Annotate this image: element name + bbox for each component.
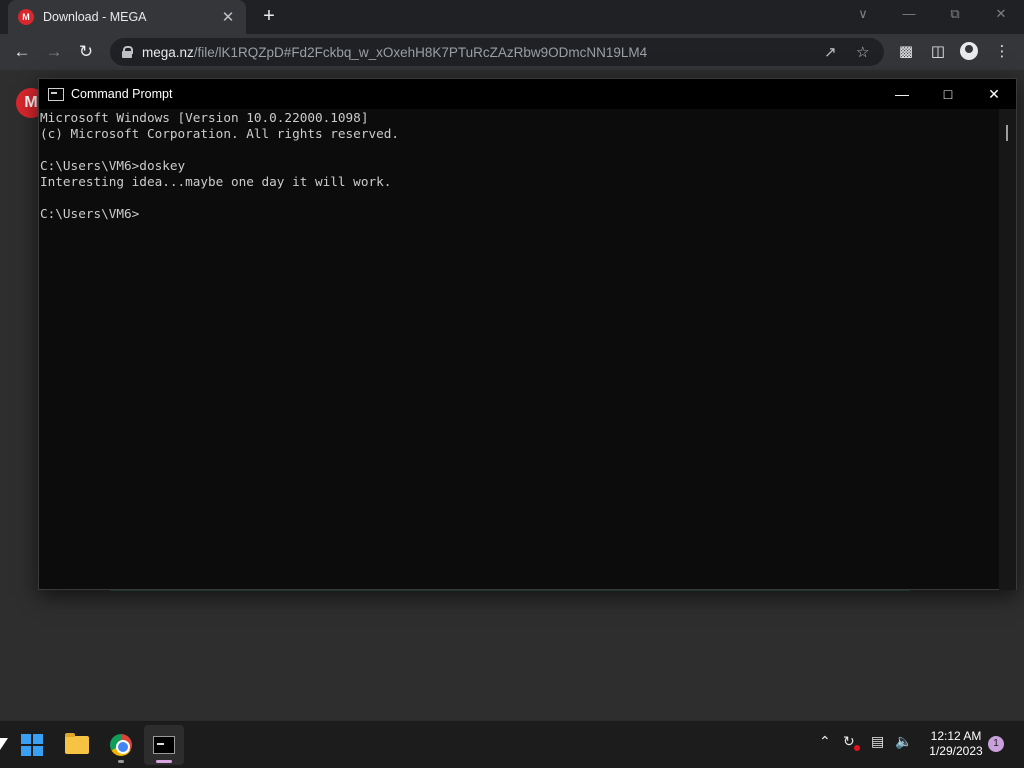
- cmd-maximize-icon[interactable]: □: [925, 79, 971, 109]
- cmd-console[interactable]: Microsoft Windows [Version 10.0.22000.10…: [39, 109, 1001, 590]
- sync-icon[interactable]: ↻: [843, 733, 860, 751]
- tab-download-mega[interactable]: M Download - MEGA ✕: [8, 0, 246, 34]
- terminal-icon: [48, 87, 64, 101]
- volume-icon[interactable]: 🔈: [895, 733, 912, 750]
- notification-badge[interactable]: 1: [988, 736, 1004, 752]
- cmd-minimize-icon[interactable]: —: [879, 79, 925, 109]
- cmd-close-icon[interactable]: ✕: [971, 79, 1017, 109]
- clock-date: 1/29/2023: [929, 744, 983, 758]
- start-button[interactable]: [12, 725, 52, 765]
- close-window-icon[interactable]: ✕: [989, 6, 1013, 26]
- console-line: Interesting idea...maybe one day it will…: [40, 174, 392, 189]
- lock-icon[interactable]: [122, 46, 133, 58]
- url-host: mega.nz: [142, 44, 194, 60]
- reload-icon[interactable]: ↻: [75, 41, 97, 63]
- chevron-up-icon[interactable]: ⌃: [819, 733, 831, 750]
- new-tab-button[interactable]: +: [258, 6, 280, 28]
- restore-icon[interactable]: ⧉: [943, 6, 967, 26]
- minimize-icon[interactable]: —: [897, 6, 921, 26]
- windows-logo-icon: [21, 734, 43, 756]
- clock[interactable]: 12:12 AM 1/29/2023: [920, 729, 992, 759]
- tab-title: Download - MEGA: [43, 10, 147, 24]
- network-icon[interactable]: ▤: [871, 733, 884, 750]
- star-icon[interactable]: ☆: [856, 43, 869, 61]
- url-path: /file/lK1RQZpD#Fd2Fckbq_w_xOxehH8K7PTuRc…: [193, 44, 648, 60]
- clock-time: 12:12 AM: [930, 729, 982, 743]
- running-indicator: [118, 760, 124, 763]
- terminal-taskbar-button[interactable]: [144, 725, 184, 765]
- scrollbar-thumb[interactable]: [1006, 125, 1008, 141]
- command-prompt-window[interactable]: Command Prompt — □ ✕ Microsoft Windows […: [38, 78, 1017, 590]
- file-explorer-button[interactable]: [57, 725, 97, 765]
- mega-favicon-icon: M: [18, 9, 34, 25]
- taskbar: ⌃ ↻ ▤ 🔈 12:12 AM 1/29/2023 1: [0, 720, 1024, 768]
- cmd-title: Command Prompt: [71, 87, 173, 101]
- tab-search-icon[interactable]: ∨: [851, 6, 875, 26]
- console-prompt-line[interactable]: C:\Users\VM6>: [40, 206, 1001, 222]
- console-line: (c) Microsoft Corporation. All rights re…: [40, 126, 400, 141]
- terminal-icon: [153, 736, 175, 754]
- profile-icon[interactable]: [960, 42, 980, 62]
- forward-icon[interactable]: →: [43, 41, 65, 63]
- share-icon[interactable]: ↗: [824, 43, 837, 61]
- chrome-taskbar-button[interactable]: [101, 725, 141, 765]
- console-line: Microsoft Windows [Version 10.0.22000.10…: [40, 110, 369, 125]
- tab-strip: M Download - MEGA ✕ + ∨ — ⧉ ✕: [0, 0, 1024, 34]
- browser-toolbar: ← → ↻ mega.nz/file/lK1RQZpD#Fd2Fckbq_w_x…: [0, 34, 1024, 70]
- cmd-titlebar[interactable]: Command Prompt — □ ✕: [39, 79, 1016, 109]
- side-panel-icon[interactable]: ◫: [928, 42, 948, 62]
- mouse-cursor-icon: [0, 738, 8, 750]
- tab-close-icon[interactable]: ✕: [220, 8, 236, 26]
- address-bar[interactable]: mega.nz/file/lK1RQZpD#Fd2Fckbq_w_xOxehH8…: [110, 38, 884, 66]
- extensions-puzzle-icon[interactable]: ▩: [896, 42, 916, 62]
- folder-icon: [65, 733, 89, 754]
- kebab-menu-icon[interactable]: ⋮: [992, 42, 1012, 62]
- back-icon[interactable]: ←: [11, 41, 33, 63]
- console-line: C:\Users\VM6>doskey: [40, 158, 186, 173]
- active-indicator: [156, 760, 172, 763]
- chrome-icon: [110, 734, 132, 756]
- cmd-scrollbar[interactable]: [999, 109, 1016, 590]
